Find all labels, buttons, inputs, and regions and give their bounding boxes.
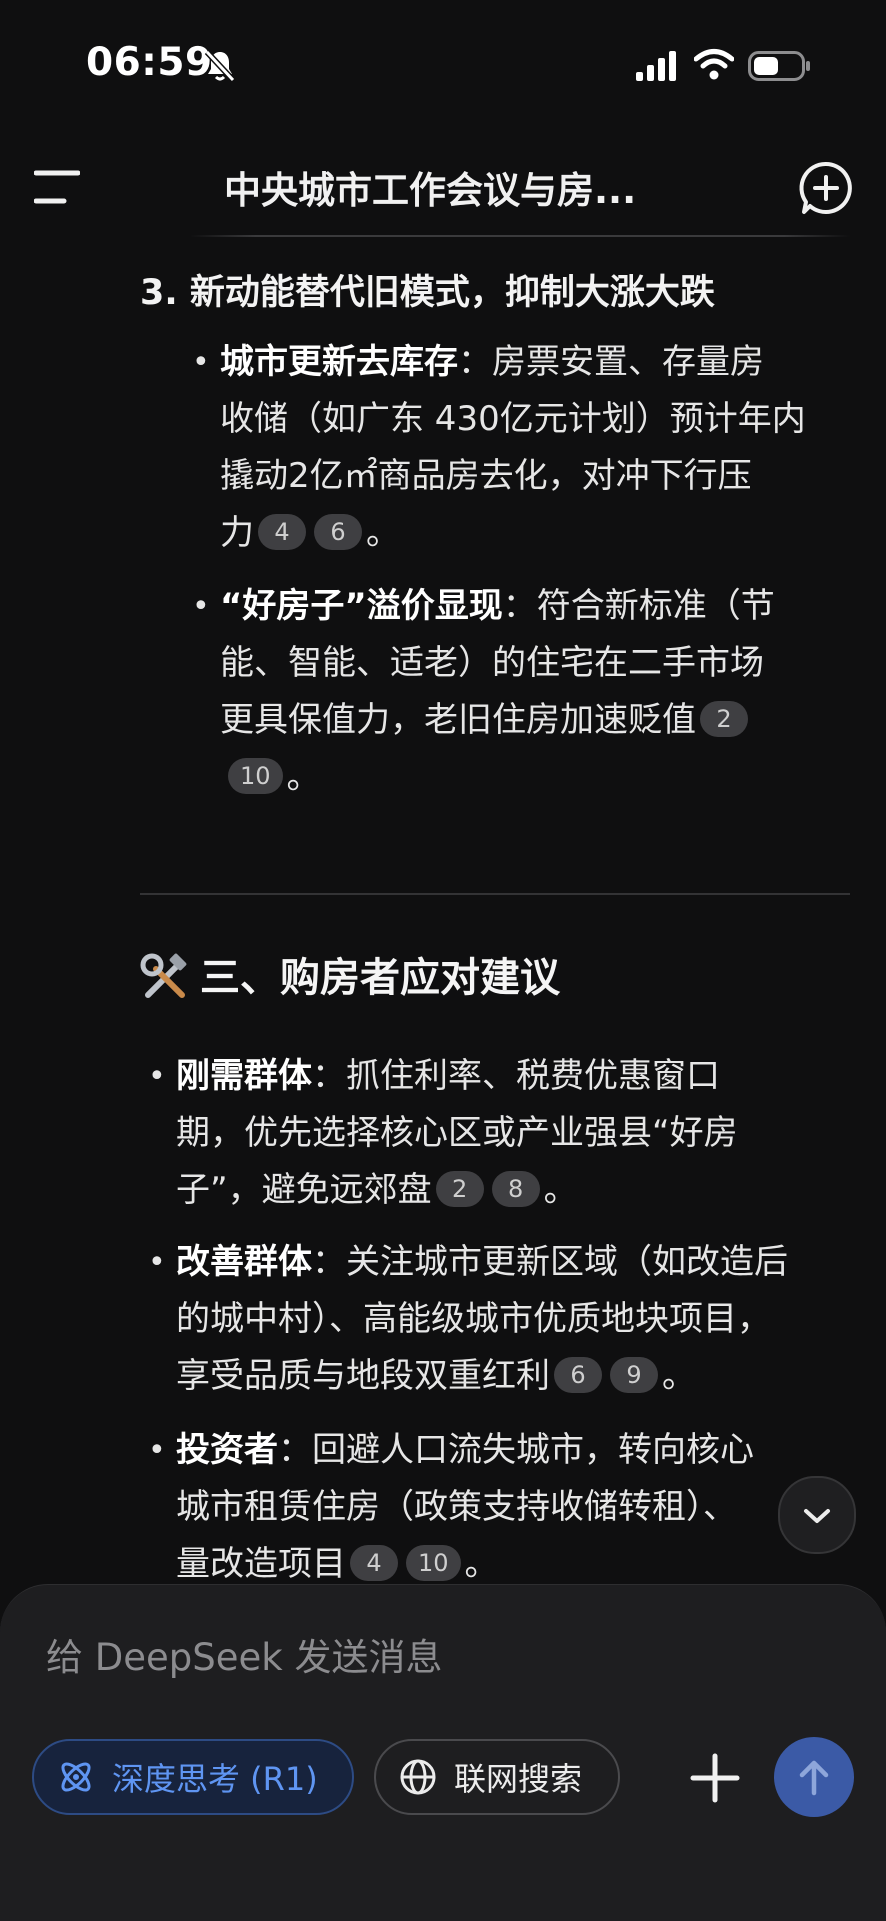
citation-badge[interactable]: 4 xyxy=(258,514,306,550)
list-item: • 城市更新去库存：房票安置、存量房 收储（如广东 430亿元计划）预计年内 撬… xyxy=(192,334,806,562)
bullet-text: 享受品质与地段双重红利 xyxy=(176,1356,550,1396)
bullet-dot: • xyxy=(192,345,210,380)
list-item: • 投资者：回避人口流失城市，转向核心 城市租赁住房（政策支持收储转租）、 量改… xyxy=(148,1422,754,1593)
web-search-label: 联网搜索 xyxy=(454,1760,583,1798)
chat-title[interactable]: 中央城市工作会议与房... xyxy=(224,160,636,214)
section-title: 三、购房者应对建议 xyxy=(140,945,560,1003)
bullet-bold: 改善群体 xyxy=(176,1242,312,1282)
send-button[interactable] xyxy=(774,1737,854,1817)
deep-think-label: 深度思考 (R1) xyxy=(112,1760,318,1798)
bullet-text: ：关注城市更新区域（如改造后 xyxy=(312,1242,788,1282)
chat-header: 中央城市工作会议与房... xyxy=(0,140,886,240)
bullet-text: 期，优先选择核心区或产业强县“好房 xyxy=(176,1113,738,1153)
scroll-to-bottom-button[interactable] xyxy=(778,1476,856,1554)
bullet-text: 。 xyxy=(366,513,400,553)
list-heading: 3. 新动能替代旧模式，抑制大涨大跌 xyxy=(140,273,715,313)
bullet-text: ：回避人口流失城市，转向核心 xyxy=(278,1430,754,1470)
bullet-text: 子”，避免远郊盘 xyxy=(176,1170,432,1210)
bullet-bold: 城市更新去库存 xyxy=(220,342,458,382)
bullet-text: 城市租赁住房（政策支持收储转租）、 xyxy=(176,1487,737,1527)
atom-icon xyxy=(61,1762,91,1792)
bullet-text: 能、智能、适老）的住宅在二手市场 xyxy=(220,643,764,683)
list-item: • “好房子”溢价显现：符合新标准（节 能、智能、适老）的住宅在二手市场 更具保… xyxy=(192,578,775,806)
bullet-text: 撬动2亿㎡商品房去化，对冲下行压 xyxy=(220,456,752,496)
bullet-dot: • xyxy=(148,1059,166,1094)
citation-badge[interactable]: 10 xyxy=(228,758,283,794)
citation-badge[interactable]: 9 xyxy=(610,1357,658,1393)
arrow-up-icon xyxy=(799,1760,829,1796)
bullet-bold: “好房子”溢价显现 xyxy=(220,586,503,626)
bullet-dot: • xyxy=(192,589,210,624)
citation-badge[interactable]: 10 xyxy=(406,1545,461,1581)
bell-muted-icon xyxy=(204,49,236,83)
bullet-text: 。 xyxy=(662,1356,696,1396)
chevron-down-icon xyxy=(804,1509,830,1523)
citation-badge[interactable]: 8 xyxy=(491,1171,540,1207)
message-composer: 给 DeepSeek 发送消息 深度思考 (R1) 联网搜索 xyxy=(0,1584,886,1921)
menu-icon[interactable] xyxy=(34,167,80,207)
bullet-text: ：抓住利率、税费优惠窗口 xyxy=(312,1056,720,1096)
bullet-text: 。 xyxy=(464,1544,499,1584)
wifi-icon xyxy=(694,49,734,80)
plus-icon[interactable] xyxy=(690,1753,740,1803)
web-search-toggle[interactable]: 联网搜索 xyxy=(374,1739,620,1815)
bullet-text: ：符合新标准（节 xyxy=(502,586,775,626)
status-bar: 06:59 xyxy=(0,0,886,130)
citation-badge[interactable]: 6 xyxy=(554,1357,602,1393)
bullet-dot: • xyxy=(148,1245,166,1280)
list-item: • 刚需群体：抓住利率、税费优惠窗口 期，优先选择核心区或产业强县“好房 子”，… xyxy=(148,1048,738,1219)
header-divider xyxy=(190,235,850,237)
hammer-wrench-icon xyxy=(140,953,187,998)
new-chat-icon[interactable] xyxy=(798,160,854,216)
bullet-text: 的城中村）、高能级城市优质地块项目， xyxy=(176,1299,771,1339)
bullet-text: 收储（如广东 430亿元计划）预计年内 xyxy=(220,399,806,439)
message-input[interactable]: 给 DeepSeek 发送消息 xyxy=(46,1627,442,1681)
battery-icon xyxy=(748,51,810,81)
status-time: 06:59 xyxy=(86,40,213,85)
bullet-bold: 投资者 xyxy=(176,1430,278,1470)
list-item: • 改善群体：关注城市更新区域（如改造后 的城中村）、高能级城市优质地块项目， … xyxy=(148,1234,788,1405)
citation-badge[interactable]: 6 xyxy=(314,514,362,550)
globe-icon xyxy=(400,1759,436,1795)
section-divider xyxy=(140,893,850,895)
citation-badge[interactable]: 4 xyxy=(350,1545,398,1581)
bullet-bold: 刚需群体 xyxy=(176,1056,312,1096)
bullet-text: 。 xyxy=(286,757,321,797)
citation-badge[interactable]: 2 xyxy=(700,701,748,737)
bullet-text: 。 xyxy=(543,1170,578,1210)
bullet-text: 更具保值力，老旧住房加速贬值 xyxy=(220,700,696,740)
citation-badge[interactable]: 2 xyxy=(435,1171,484,1207)
deep-think-toggle[interactable]: 深度思考 (R1) xyxy=(32,1739,354,1815)
bullet-text: 力 xyxy=(220,513,254,553)
bullet-dot: • xyxy=(148,1433,166,1468)
section-title-text: 三、购房者应对建议 xyxy=(200,955,560,1001)
cellular-signal-icon xyxy=(636,51,676,81)
bullet-text: 量改造项目 xyxy=(176,1544,346,1584)
bullet-text: ：房票安置、存量房 xyxy=(458,342,764,382)
